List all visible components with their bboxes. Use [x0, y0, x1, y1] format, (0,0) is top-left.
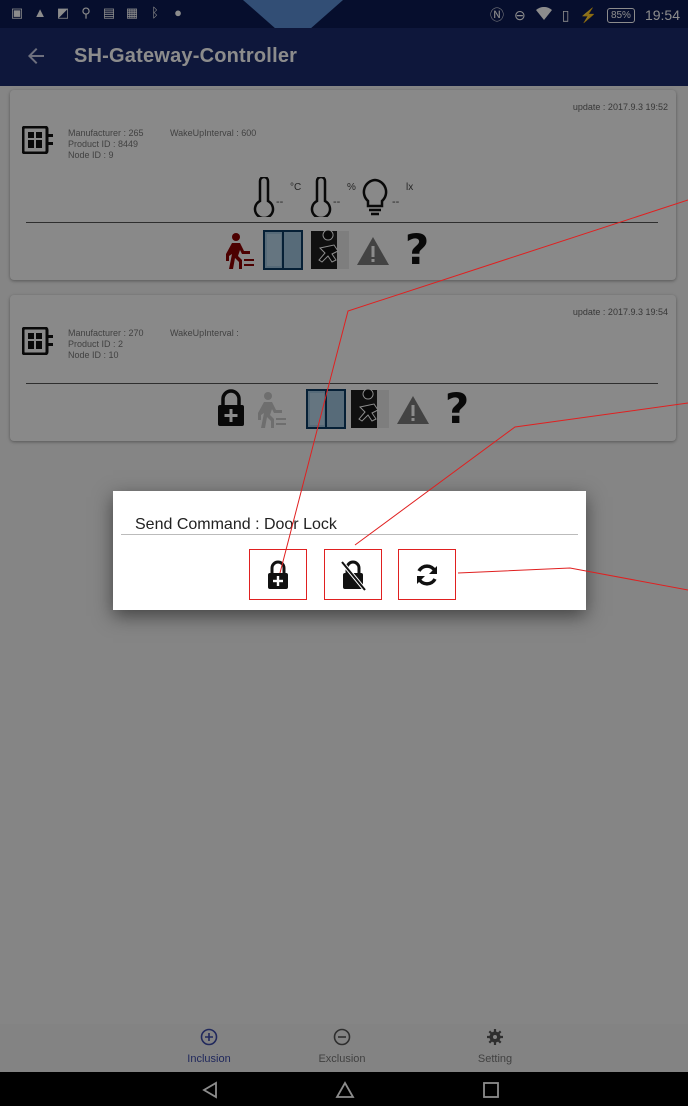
unlock-icon: [340, 560, 366, 591]
lock-icon: [268, 560, 288, 589]
app-screen: ▣ ▲ ◩ ⚲ ▤ ▦ ᛒ ● Ⓝ ⊖ ▯ ⚡ 85% 19:54 SH-Gat…: [0, 0, 688, 1106]
dialog-title: Send Command : Door Lock: [135, 516, 337, 533]
refresh-button[interactable]: [398, 549, 456, 600]
send-command-dialog: Send Command : Door Lock: [113, 491, 586, 610]
unlock-button[interactable]: [324, 549, 382, 600]
dialog-divider: [121, 534, 578, 535]
refresh-icon: [417, 563, 437, 586]
lock-button[interactable]: [249, 549, 307, 600]
